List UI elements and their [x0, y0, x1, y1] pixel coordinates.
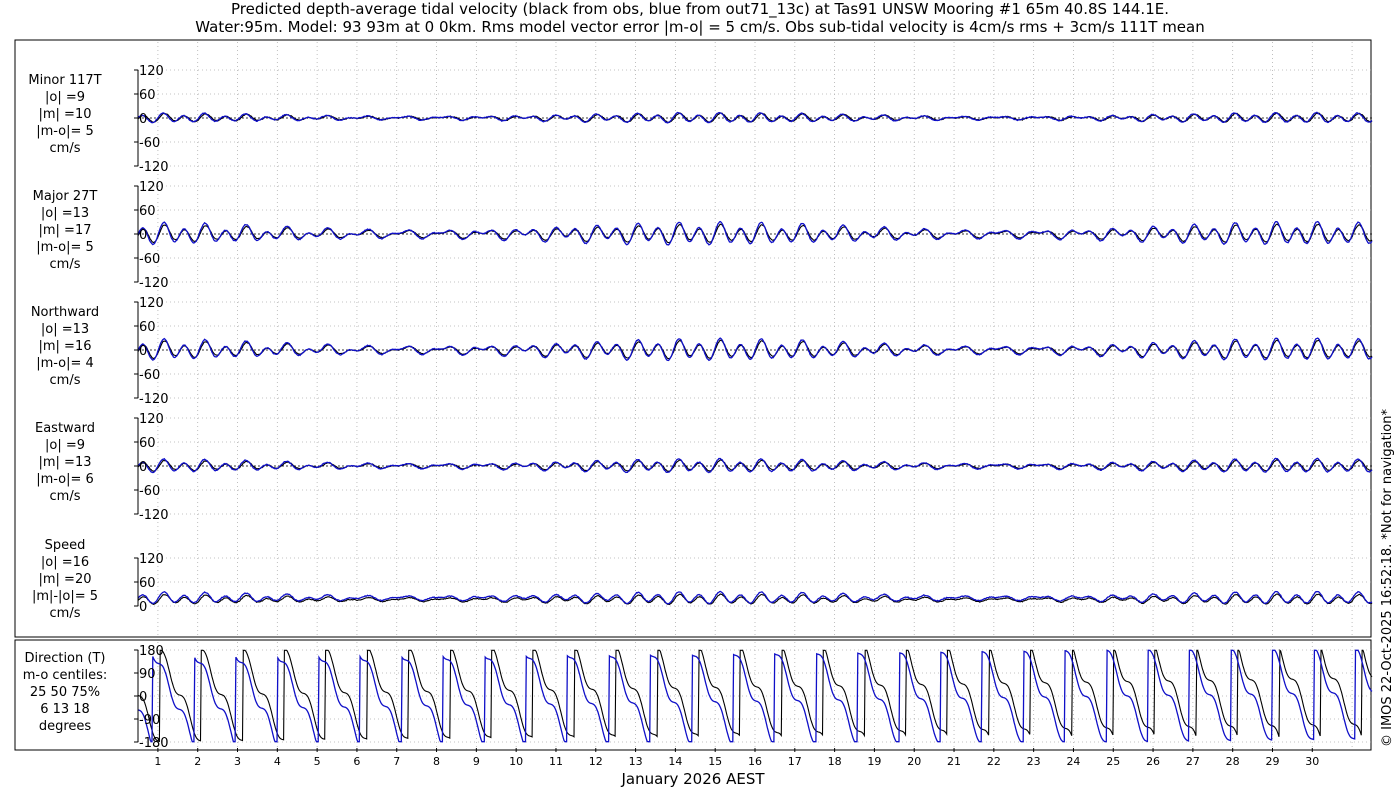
x-tick-label: 7	[393, 755, 400, 768]
x-tick-label: 14	[668, 755, 682, 768]
y-tick-label: -120	[139, 392, 169, 407]
x-tick-label: 26	[1146, 755, 1160, 768]
y-tick-label: 0	[139, 690, 147, 705]
upper-panel-frame	[14, 39, 1372, 638]
panel-label-line: 25 50 75%	[30, 685, 100, 700]
panel-label-line: cm/s	[50, 373, 81, 388]
x-tick-label: 23	[1027, 755, 1041, 768]
panel-label-line: |m|-|o|= 5	[32, 589, 98, 604]
panel-label-line: |o| =13	[41, 322, 89, 337]
x-tick-label: 10	[509, 755, 523, 768]
panel-label-line: |m| =13	[39, 455, 92, 470]
x-tick-label: 20	[907, 755, 921, 768]
x-tick-label: 4	[274, 755, 281, 768]
y-tick-label: 0	[139, 112, 147, 127]
y-tick-label: 60	[139, 204, 156, 219]
panel-label-line: |m-o|= 5	[36, 124, 94, 139]
x-tick-label: 1	[154, 755, 161, 768]
panel-label-line: Minor 117T	[28, 73, 101, 88]
x-tick-label: 25	[1106, 755, 1120, 768]
panel-label-line: Speed	[45, 538, 86, 553]
x-tick-label: 8	[433, 755, 440, 768]
x-tick-label: 5	[314, 755, 321, 768]
x-tick-label: 12	[589, 755, 603, 768]
y-tick-label: 0	[139, 600, 147, 615]
y-tick-label: -120	[139, 160, 169, 175]
panel-label-line: |m| =16	[39, 339, 92, 354]
x-tick-label: 28	[1226, 755, 1240, 768]
y-tick-label: 120	[139, 64, 164, 79]
panel-label-line: degrees	[39, 719, 92, 734]
copyright-note: © IMOS 22-Oct-2025 16:52:18. *Not for na…	[1380, 409, 1395, 747]
y-tick-label: 60	[139, 320, 156, 335]
y-tick-label: 0	[139, 344, 147, 359]
panel-label-line: Direction (T)	[25, 651, 106, 666]
y-tick-label: -60	[139, 484, 160, 499]
panel-label-line: Northward	[31, 305, 99, 320]
x-tick-label: 13	[629, 755, 643, 768]
panel-label-line: cm/s	[50, 489, 81, 504]
x-tick-label: 22	[987, 755, 1001, 768]
y-tick-label: 120	[139, 552, 164, 567]
panel-label-line: |m-o|= 6	[36, 472, 94, 487]
panel-label-line: |m| =17	[39, 223, 92, 238]
y-tick-label: -90	[139, 713, 160, 728]
x-axis-label: January 2026 AEST	[621, 770, 765, 788]
x-tick-label: 15	[708, 755, 722, 768]
panel-label-line: Major 27T	[33, 189, 98, 204]
x-tick-label: 9	[473, 755, 480, 768]
panel-label-line: cm/s	[50, 141, 81, 156]
panel-label-line: |m-o|= 5	[36, 240, 94, 255]
panel-label-line: |m-o|= 4	[36, 356, 94, 371]
y-tick-label: 60	[139, 436, 156, 451]
x-tick-label: 6	[353, 755, 360, 768]
y-tick-label: 0	[139, 460, 147, 475]
panel-label: Direction (T) m-o centiles: 25 50 75% 6 13 …	[23, 651, 108, 734]
y-tick-label: 0	[139, 228, 147, 243]
y-tick-label: -120	[139, 508, 169, 523]
panel-label-line: |m| =20	[39, 572, 92, 587]
x-tick-label: 27	[1186, 755, 1200, 768]
panel-label-line: |o| =9	[45, 438, 85, 453]
panel-label-line: 6 13 18	[40, 702, 90, 717]
y-tick-label: 60	[139, 88, 156, 103]
panel-label-line: |m| =10	[39, 107, 92, 122]
y-tick-label: 90	[139, 667, 156, 682]
panel-label: Speed |o| =16 |m| =20 |m|-|o|= 5 cm/s	[32, 538, 98, 621]
y-tick-label: 120	[139, 412, 164, 427]
panel-label: Major 27T |o| =13 |m| =17 |m-o|= 5 cm/s	[33, 189, 98, 272]
panel-label-line: Eastward	[35, 421, 95, 436]
panel-label-line: cm/s	[50, 606, 81, 621]
x-tick-label: 18	[828, 755, 842, 768]
x-tick-label: 30	[1305, 755, 1319, 768]
x-tick-label: 11	[549, 755, 563, 768]
y-tick-label: 120	[139, 296, 164, 311]
x-tick-label: 19	[867, 755, 881, 768]
y-tick-label: -60	[139, 252, 160, 267]
x-tick-label: 24	[1066, 755, 1080, 768]
y-tick-label: 120	[139, 180, 164, 195]
panel-label: Minor 117T |o| =9 |m| =10 |m-o|= 5 cm/s	[28, 73, 101, 156]
x-tick-label: 16	[748, 755, 762, 768]
panel-label-line: |o| =13	[41, 206, 89, 221]
panel-label-line: |o| =9	[45, 90, 85, 105]
x-tick-label: 2	[194, 755, 201, 768]
y-tick-label: -60	[139, 368, 160, 383]
x-tick-label: 29	[1265, 755, 1279, 768]
panel-label: Northward |o| =13 |m| =16 |m-o|= 4 cm/s	[31, 305, 99, 388]
y-tick-label: -120	[139, 276, 169, 291]
panel-label-line: |o| =16	[41, 555, 89, 570]
y-tick-label: 180	[139, 644, 164, 659]
panel-label-line: m-o centiles:	[23, 668, 108, 683]
panel-label-line: cm/s	[50, 257, 81, 272]
tidal-velocity-figure: 120600-60-120Minor 117T |o| =9 |m| =10 |m-o…	[14, 39, 1373, 768]
y-tick-label: -180	[139, 736, 169, 751]
y-tick-label: 60	[139, 576, 156, 591]
panel-label: Eastward |o| =9 |m| =13 |m-o|= 6 cm/s	[35, 421, 95, 504]
x-tick-label: 21	[947, 755, 961, 768]
x-tick-label: 3	[234, 755, 241, 768]
y-tick-label: -60	[139, 136, 160, 151]
x-tick-label: 17	[788, 755, 802, 768]
